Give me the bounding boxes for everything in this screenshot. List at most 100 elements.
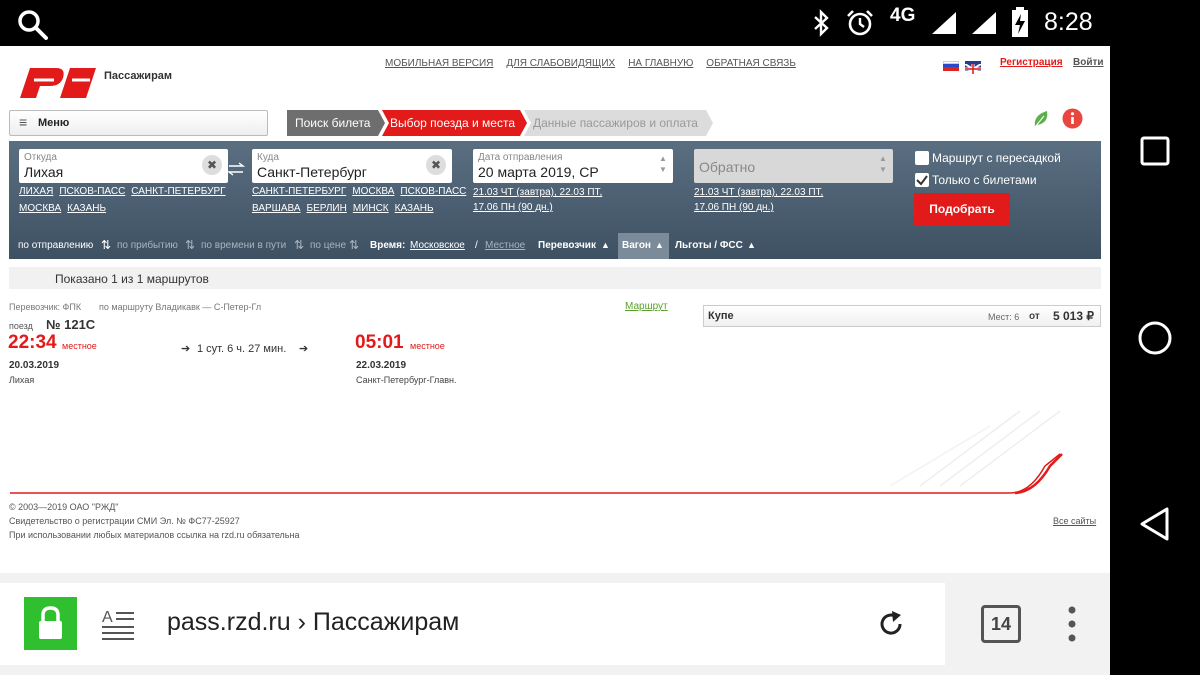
wagon-class-kupe[interactable]: Купе Мест: 6 от 5 013 ₽ [703, 305, 1101, 327]
quick-from-kazan[interactable]: КАЗАНЬ [67, 203, 106, 214]
login-link[interactable]: Войти [1073, 57, 1104, 68]
time-moscow[interactable]: Московское [410, 240, 465, 251]
quick-to-minsk[interactable]: МИНСК [353, 203, 389, 214]
reload-icon[interactable] [876, 609, 906, 639]
filter-wagon-label: Вагон [622, 240, 651, 251]
home-icon[interactable] [1137, 320, 1173, 356]
swap-icon[interactable] [227, 162, 245, 176]
quick-to-spb[interactable]: САНКТ-ПЕТЕРБУРГ [252, 186, 346, 197]
signal-icon-1 [932, 12, 956, 34]
flag-ru-icon[interactable] [943, 61, 959, 71]
time-local[interactable]: Местное [485, 240, 525, 251]
secure-lock-icon[interactable] [24, 597, 77, 650]
signal-icon-2 [972, 12, 996, 34]
sort-bar: по отправлению ⇅ по прибытию ⇅ по времен… [9, 233, 1101, 259]
link-feedback[interactable]: ОБРАТНАЯ СВЯЗЬ [706, 58, 796, 69]
to-clear-icon[interactable]: ✖ [426, 155, 446, 175]
register-link[interactable]: Регистрация [1000, 57, 1063, 68]
status-bar: 4G 8:28 [0, 0, 1110, 46]
eco-leaf-icon[interactable] [1032, 109, 1050, 129]
quick-to-kazan[interactable]: КАЗАНЬ [395, 203, 434, 214]
network-type: 4G [890, 5, 916, 26]
link-mobile-version[interactable]: МОБИЛЬНАЯ ВЕРСИЯ [385, 58, 493, 69]
rzd-logo[interactable] [16, 64, 98, 100]
step-search[interactable]: Поиск билета [287, 110, 378, 136]
quick-from-moscow[interactable]: МОСКВА [19, 203, 61, 214]
quick-to-warsaw[interactable]: ВАРШАВА [252, 203, 301, 214]
search-icon[interactable] [16, 8, 50, 42]
filter-benefits[interactable]: Льготы / ФСС [675, 240, 743, 251]
departure-time: 22:34 [8, 332, 57, 353]
sort-arrival[interactable]: по прибытию [117, 240, 178, 251]
link-accessibility[interactable]: ДЛЯ СЛАБОВИДЯЩИХ [506, 58, 615, 69]
tickets-only-label: Только с билетами [932, 173, 1037, 187]
from-label: Откуда [24, 152, 57, 163]
departure-date-field[interactable]: Дата отправления 20 марта 2019, СР ▲ ▼ [473, 149, 673, 183]
link-home[interactable]: НА ГЛАВНУЮ [628, 58, 693, 69]
flag-uk-icon[interactable] [964, 61, 982, 75]
to-quick-links-1: САНКТ-ПЕТЕРБУРГ МОСКВА ПСКОВ-ПАСС [252, 186, 472, 197]
from-field[interactable]: Откуда Лихая ✖ [19, 149, 228, 183]
duration-arrow-left-icon: ➔ [181, 343, 191, 355]
url-bar[interactable]: A pass.rzd.ru › Пассажирам [0, 583, 945, 665]
quick-from-spb[interactable]: САНКТ-ПЕТЕРБУРГ [131, 186, 225, 197]
price-from: от [1029, 311, 1040, 322]
return-hint-1[interactable]: 21.03 ЧТ (завтра), 22.03 ПТ, [694, 185, 823, 200]
to-label: Куда [257, 152, 279, 163]
filter-carrier[interactable]: Перевозчик [538, 240, 596, 251]
step-arrow-1 [378, 110, 390, 136]
tickets-only-checkbox[interactable] [915, 173, 929, 187]
travel-duration: 1 сут. 6 ч. 27 мин. [197, 343, 287, 355]
sort-travel-time[interactable]: по времени в пути [201, 240, 286, 251]
return-date-field[interactable]: Обратно ▲ ▼ [694, 149, 893, 183]
quick-to-moscow[interactable]: МОСКВА [352, 186, 394, 197]
back-icon[interactable] [1138, 506, 1172, 542]
to-field[interactable]: Куда Санкт-Петербург ✖ [252, 149, 452, 183]
alarm-icon [847, 10, 873, 36]
quick-to-berlin[interactable]: БЕРЛИН [307, 203, 347, 214]
date-hint-1[interactable]: 21.03 ЧТ (завтра), 22.03 ПТ, [473, 185, 602, 200]
menu-label: Меню [38, 117, 70, 129]
url-text[interactable]: pass.rzd.ru › Пассажирам [167, 608, 459, 637]
reader-mode-icon[interactable]: A [101, 607, 135, 641]
transfer-checkbox[interactable] [915, 151, 929, 165]
step-passengers: Данные пассажиров и оплата [532, 110, 706, 136]
device-screen: 4G 8:28 Пассажирам МОБИЛЬНАЯ ВЕРСИЯ ДЛЯ … [0, 0, 1200, 675]
info-icon[interactable] [1062, 108, 1083, 129]
tab-switcher-button[interactable]: 14 [981, 605, 1021, 643]
quick-from-pskov[interactable]: ПСКОВ-ПАСС [59, 186, 125, 197]
train-result[interactable]: Перевозчик: ФПК по маршруту Владикавк — … [0, 296, 1110, 396]
flag-uk-cross [964, 63, 982, 75]
wagon-price: 5 013 ₽ [1053, 309, 1094, 323]
recents-icon[interactable] [1139, 135, 1171, 167]
battery-icon [1012, 7, 1028, 37]
search-submit-button[interactable]: Подобрать [914, 193, 1010, 226]
quick-to-pskov[interactable]: ПСКОВ-ПАСС [400, 186, 466, 197]
route-link[interactable]: Маршрут [625, 301, 668, 312]
from-value: Лихая [24, 164, 64, 180]
from-clear-icon[interactable]: ✖ [202, 155, 222, 175]
filter-carrier-caret-icon: ▲ [601, 240, 610, 250]
checkmark-icon [916, 175, 928, 186]
rzd-logo-mark [20, 68, 96, 98]
departure-date-value: 20 марта 2019, СР [478, 164, 599, 180]
sort-departure-icon: ⇅ [101, 238, 112, 252]
sort-departure[interactable]: по отправлению [18, 240, 93, 251]
sort-price[interactable]: по цене [310, 240, 346, 251]
date-hint-2[interactable]: 17.06 ПН (90 дн.) [473, 200, 602, 215]
return-hint-2[interactable]: 17.06 ПН (90 дн.) [694, 200, 823, 215]
filter-wagon[interactable]: Вагон ▲ [618, 233, 669, 259]
return-spinner-icon[interactable]: ▲ ▼ [879, 153, 887, 175]
overflow-menu-icon[interactable] [1062, 604, 1082, 644]
date-spinner-icon[interactable]: ▲ ▼ [659, 153, 667, 175]
date-hints: 21.03 ЧТ (завтра), 22.03 ПТ, 17.06 ПН (9… [473, 185, 602, 215]
menu-button[interactable]: ≡ Меню [9, 110, 268, 136]
all-sites-link[interactable]: Все сайты [1053, 516, 1096, 526]
footer-copyright: © 2003—2019 ОАО "РЖД" [9, 502, 119, 512]
search-panel: Откуда Лихая ✖ ЛИХАЯ ПСКОВ-ПАСС САНКТ-ПЕТЕ… [9, 141, 1101, 259]
departure-date-label: Дата отправления [478, 152, 563, 163]
departure-date: 20.03.2019 [9, 360, 60, 371]
quick-from-lihaya[interactable]: ЛИХАЯ [19, 186, 53, 197]
android-nav-bar [1110, 0, 1200, 675]
departure-tz: местное [62, 341, 97, 351]
